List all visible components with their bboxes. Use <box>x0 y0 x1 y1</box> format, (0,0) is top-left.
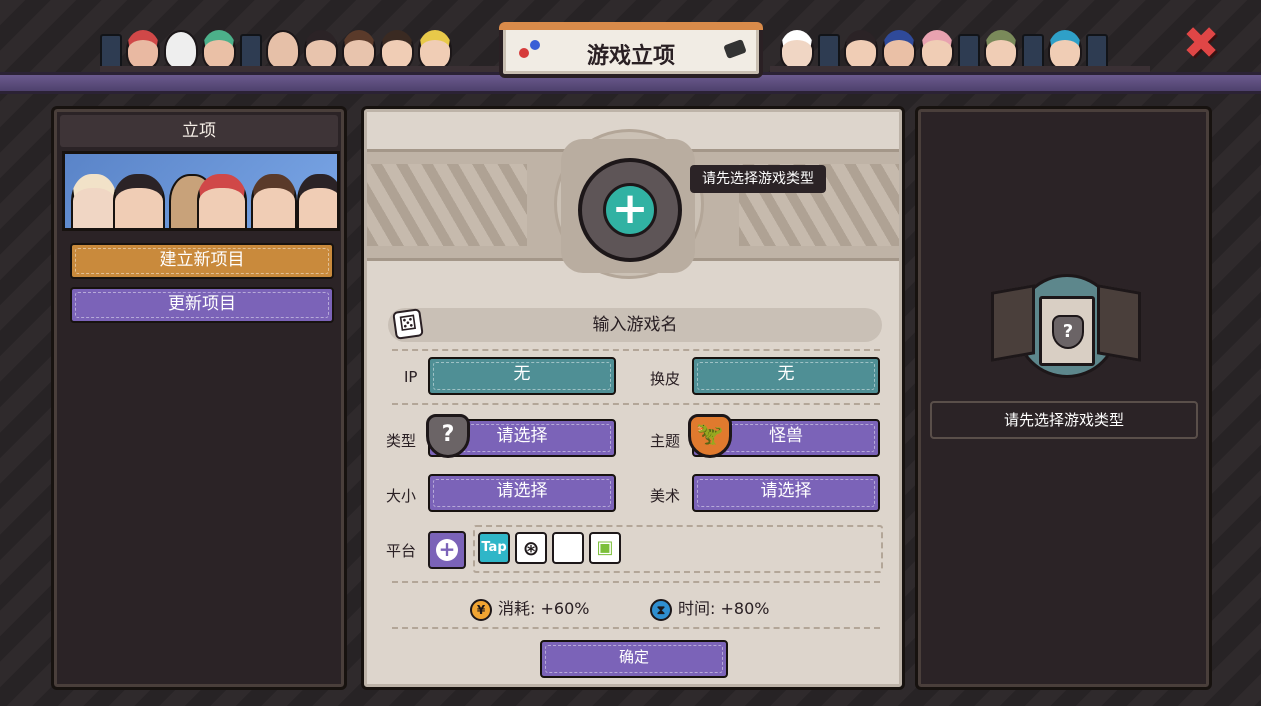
top-bar: 游戏立项 ✖ <box>0 0 1261 95</box>
character-icon <box>266 30 300 70</box>
emblem-wing-left <box>991 284 1035 362</box>
art-label: 美术 <box>650 487 681 505</box>
type-value: 请选择 <box>496 426 548 446</box>
hourglass-icon: ⧗ <box>650 598 672 621</box>
confirm-label: 确定 <box>618 648 649 666</box>
cost-label: 消耗: <box>498 599 536 618</box>
question-shield-icon: ? <box>1052 315 1084 349</box>
character-icon <box>342 30 376 70</box>
ip-value: 无 <box>513 364 531 384</box>
character-icon <box>418 30 452 70</box>
panel-title: 立项 <box>182 121 216 141</box>
monitor-icon <box>100 34 122 70</box>
skin-label: 换皮 <box>650 370 681 388</box>
title-board: 游戏立项 <box>499 22 763 78</box>
genre-emblem: ? <box>991 274 1141 384</box>
add-genre-button[interactable]: + <box>578 158 682 262</box>
monitor-icon <box>1086 34 1108 70</box>
monitor-icon <box>958 34 980 70</box>
time-stat: ⧗ 时间: +80% <box>650 595 769 621</box>
genre-tooltip: 请先选择游戏类型 <box>690 165 826 193</box>
size-label: 大小 <box>386 487 417 505</box>
apple-icon[interactable] <box>552 532 584 564</box>
question-shield-icon: ? <box>426 414 470 458</box>
skin-select[interactable]: 无 <box>692 357 880 395</box>
skin-value: 无 <box>777 364 795 384</box>
ornament-left <box>367 164 527 246</box>
plus-icon: + <box>603 183 657 237</box>
monitor-icon <box>1022 34 1044 70</box>
art-value: 请选择 <box>760 481 812 501</box>
steam-icon[interactable]: ⊛ <box>515 532 547 564</box>
cost-value: +60% <box>540 599 590 618</box>
character-icon <box>164 30 198 70</box>
divider <box>392 349 880 351</box>
platform-label: 平台 <box>386 542 417 560</box>
team-banner-image <box>62 151 340 231</box>
panel-title-bar: 立项 <box>60 115 338 147</box>
size-value: 请选择 <box>496 481 548 501</box>
confirm-button[interactable]: 确定 <box>540 640 728 678</box>
divider <box>392 627 880 629</box>
genre-preview-panel: ? 请先选择游戏类型 <box>915 106 1212 690</box>
game-name-input[interactable]: 输入游戏名 <box>388 308 882 342</box>
ip-select[interactable]: 无 <box>428 357 616 395</box>
theme-label: 主题 <box>650 432 681 450</box>
page-title: 游戏立项 <box>586 44 675 69</box>
type-label: 类型 <box>386 432 417 450</box>
yen-coin-icon: ¥ <box>470 598 492 621</box>
create-new-project-label: 建立新项目 <box>159 250 245 270</box>
office-crowd-left <box>100 10 452 70</box>
character-icon <box>844 30 878 70</box>
character-icon <box>780 30 814 70</box>
ip-label: IP <box>404 368 418 386</box>
dice-icon[interactable]: ⚄ <box>392 308 424 340</box>
character-icon <box>126 30 160 70</box>
monitor-icon <box>240 34 262 70</box>
monster-icon: 🦖 <box>688 414 732 458</box>
time-value: +80% <box>720 599 770 618</box>
character-icon <box>882 30 916 70</box>
character-icon <box>202 30 236 70</box>
close-icon[interactable]: ✖ <box>1180 22 1222 66</box>
size-select[interactable]: 请选择 <box>428 474 616 512</box>
project-menu-panel: 立项 建立新项目 更新项目 <box>51 106 347 690</box>
divider <box>392 581 880 583</box>
genre-status: 请先选择游戏类型 <box>930 401 1198 439</box>
divider <box>392 403 880 405</box>
emblem-wing-right <box>1097 284 1141 362</box>
theme-value: 怪兽 <box>769 426 803 446</box>
character-icon <box>380 30 414 70</box>
plus-icon: + <box>436 539 458 561</box>
android-icon[interactable]: ▣ <box>589 532 621 564</box>
add-platform-button[interactable]: + <box>428 531 466 569</box>
update-project-label: 更新项目 <box>168 294 236 314</box>
update-project-button[interactable]: 更新项目 <box>70 287 334 323</box>
monitor-icon <box>818 34 840 70</box>
office-crowd-right <box>780 10 1108 70</box>
game-setup-panel: + 请先选择游戏类型 输入游戏名 ⚄ IP 无 换皮 无 类型 请选择 ? 主题… <box>361 106 905 690</box>
cost-stat: ¥ 消耗: +60% <box>470 595 589 621</box>
character-icon <box>1048 30 1082 70</box>
art-select[interactable]: 请选择 <box>692 474 880 512</box>
character-icon <box>984 30 1018 70</box>
emblem-card: ? <box>1039 296 1095 366</box>
character-icon <box>920 30 954 70</box>
character-icon <box>304 30 338 70</box>
taptap-icon[interactable]: Tap <box>478 532 510 564</box>
time-label: 时间: <box>678 599 716 618</box>
create-new-project-button[interactable]: 建立新项目 <box>70 243 334 279</box>
